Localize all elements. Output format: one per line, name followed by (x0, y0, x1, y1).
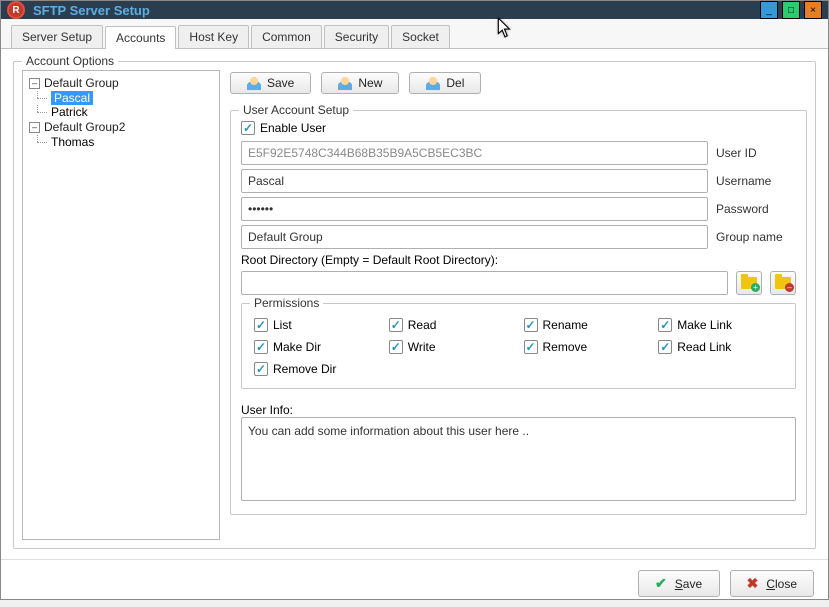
user-icon (338, 76, 352, 90)
permission-label: Read Link (677, 340, 731, 354)
close-button[interactable]: ✖ Close (730, 570, 814, 597)
checkbox-icon[interactable] (241, 121, 255, 135)
checkbox-icon[interactable] (658, 318, 672, 332)
checkbox-icon[interactable] (254, 340, 268, 354)
tree-item[interactable]: Pascal (27, 91, 215, 105)
tree-toggle-icon[interactable]: – (29, 122, 40, 133)
close-window-button[interactable]: × (804, 1, 822, 19)
account-options-group: Account Options – Default Group Pascal P… (13, 61, 816, 549)
tab-accounts[interactable]: Accounts (105, 26, 176, 49)
permissions-group: Permissions ListReadRenameMake LinkMake … (241, 303, 796, 389)
group-name-label: Group name (716, 230, 796, 244)
tree-group[interactable]: – Default Group2 (27, 119, 215, 135)
delete-user-button[interactable]: Del (409, 72, 481, 94)
permission-label: Make Dir (273, 340, 321, 354)
permissions-legend: Permissions (250, 296, 323, 310)
permission-checkbox[interactable]: Read Link (658, 340, 783, 354)
x-icon: ✖ (747, 575, 759, 592)
minimize-button[interactable]: _ (760, 1, 778, 19)
user-icon (426, 76, 440, 90)
user-toolbar: Save New Del (230, 70, 807, 98)
permission-checkbox[interactable]: Remove (524, 340, 649, 354)
tree-toggle-icon[interactable]: – (29, 78, 40, 89)
permission-checkbox[interactable]: Rename (524, 318, 649, 332)
tree-item-label[interactable]: Thomas (51, 135, 94, 149)
maximize-button[interactable]: □ (782, 1, 800, 19)
tab-common[interactable]: Common (251, 25, 322, 48)
tree-group[interactable]: – Default Group (27, 75, 215, 91)
tab-security[interactable]: Security (324, 25, 389, 48)
save-user-button[interactable]: Save (230, 72, 311, 94)
app-window: R SFTP Server Setup _ □ × Server Setup A… (0, 0, 829, 600)
permission-label: Remove Dir (273, 362, 336, 376)
user-account-setup-group: User Account Setup Enable User User ID U… (230, 110, 807, 515)
permission-label: Write (408, 340, 436, 354)
user-info-label: User Info: (241, 403, 796, 417)
account-options-legend: Account Options (22, 54, 118, 68)
checkbox-icon[interactable] (524, 340, 538, 354)
username-field[interactable] (241, 169, 708, 193)
save-button[interactable]: ✔ Save (638, 570, 720, 597)
root-directory-field[interactable] (241, 271, 728, 295)
tab-server-setup[interactable]: Server Setup (11, 25, 103, 48)
permission-checkbox[interactable]: Read (389, 318, 514, 332)
permission-label: Remove (543, 340, 588, 354)
username-label: Username (716, 174, 796, 188)
user-info-field[interactable] (241, 417, 796, 501)
window-title: SFTP Server Setup (33, 3, 150, 18)
permission-checkbox[interactable]: Make Link (658, 318, 783, 332)
tree-item-label[interactable]: Pascal (51, 91, 93, 105)
permission-label: Make Link (677, 318, 732, 332)
checkbox-icon[interactable] (254, 318, 268, 332)
checkbox-icon[interactable] (658, 340, 672, 354)
checkbox-icon[interactable] (254, 362, 268, 376)
titlebar[interactable]: R SFTP Server Setup _ □ × (1, 1, 828, 19)
permission-label: Rename (543, 318, 588, 332)
group-name-field[interactable] (241, 225, 708, 249)
user-account-setup-legend: User Account Setup (239, 103, 353, 117)
tabbar: Server Setup Accounts Host Key Common Se… (1, 19, 828, 49)
checkbox-icon[interactable] (389, 340, 403, 354)
new-user-button[interactable]: New (321, 72, 399, 94)
user-id-label: User ID (716, 146, 796, 160)
tree-item[interactable]: Thomas (27, 135, 215, 149)
folder-add-icon: + (741, 277, 757, 289)
check-icon: ✔ (655, 575, 667, 592)
permission-checkbox[interactable]: Make Dir (254, 340, 379, 354)
folder-remove-icon: – (775, 277, 791, 289)
permission-checkbox[interactable]: Write (389, 340, 514, 354)
root-directory-label: Root Directory (Empty = Default Root Dir… (241, 253, 796, 267)
permission-checkbox[interactable]: Remove Dir (254, 362, 379, 376)
permission-checkbox[interactable]: List (254, 318, 379, 332)
tree-item[interactable]: Patrick (27, 105, 215, 119)
tab-host-key[interactable]: Host Key (178, 25, 249, 48)
password-label: Password (716, 202, 796, 216)
user-icon (247, 76, 261, 90)
tab-socket[interactable]: Socket (391, 25, 450, 48)
account-tree[interactable]: – Default Group Pascal Patrick – Default… (22, 70, 220, 540)
permission-label: List (273, 318, 292, 332)
checkbox-icon[interactable] (389, 318, 403, 332)
enable-user-checkbox[interactable]: Enable User (241, 121, 796, 135)
checkbox-icon[interactable] (524, 318, 538, 332)
browse-folder-button[interactable]: + (736, 271, 762, 295)
password-field[interactable] (241, 197, 708, 221)
permission-label: Read (408, 318, 437, 332)
tree-item-label[interactable]: Patrick (51, 105, 88, 119)
app-icon: R (7, 1, 25, 19)
clear-folder-button[interactable]: – (770, 271, 796, 295)
user-id-field[interactable] (241, 141, 708, 165)
